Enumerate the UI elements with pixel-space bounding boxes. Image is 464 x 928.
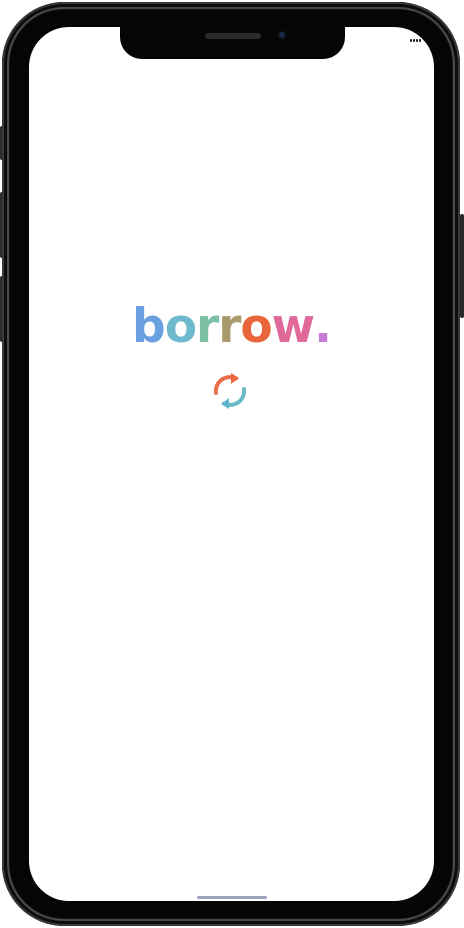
home-indicator[interactable] [197, 896, 267, 899]
logo-letter: o [240, 299, 272, 354]
logo-letter: r [196, 299, 219, 354]
logo-letter: b [132, 299, 166, 354]
app-logo: borrow. [29, 299, 434, 355]
earpiece-speaker [205, 33, 261, 39]
front-camera-icon [277, 30, 287, 40]
power-button [460, 214, 464, 318]
device-mockup: borrow. [0, 0, 464, 928]
logo-letter: r [218, 299, 241, 354]
logo-letter: . [314, 299, 332, 354]
notch [120, 27, 345, 59]
logo-letter: o [164, 299, 197, 354]
logo-letter: w [271, 299, 315, 354]
sync-icon [213, 373, 247, 409]
app-screen: borrow. [29, 27, 434, 901]
cellular-signal-icon [410, 39, 422, 43]
